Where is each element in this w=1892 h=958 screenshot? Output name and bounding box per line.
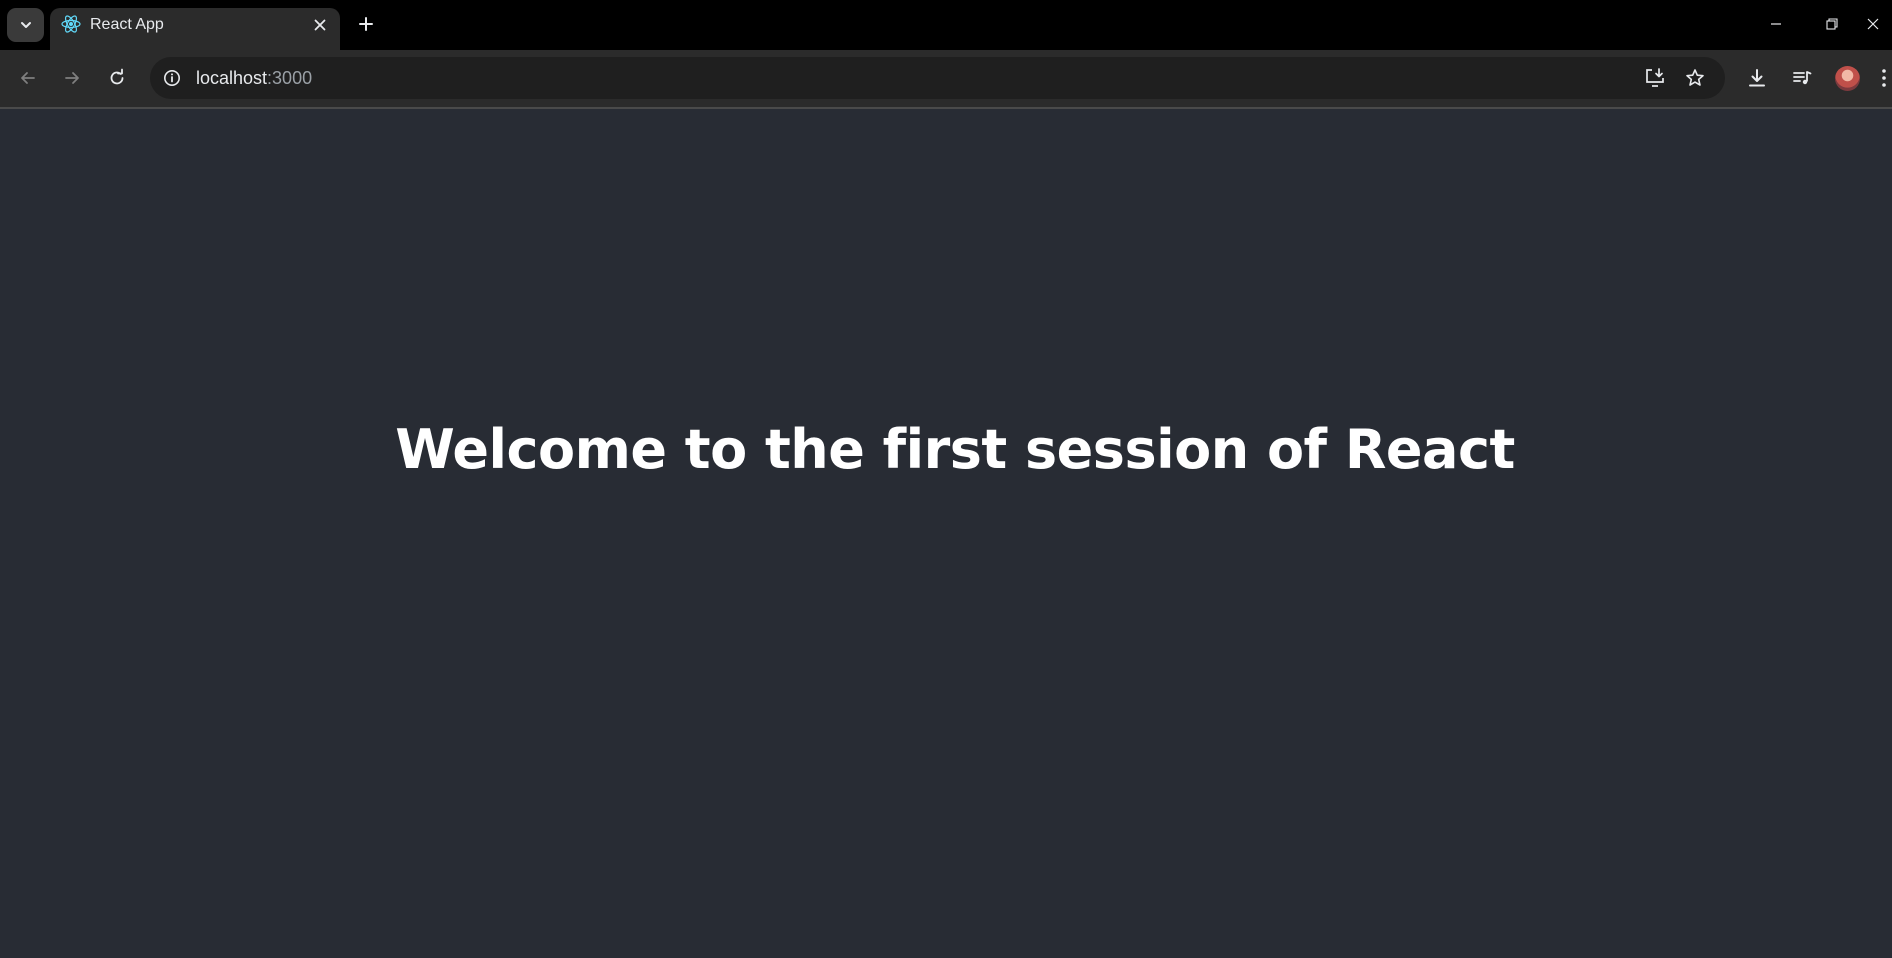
arrow-right-icon (65, 72, 79, 84)
bookmark-button[interactable] (1683, 66, 1707, 90)
plus-icon (359, 17, 373, 31)
avatar[interactable] (1835, 66, 1860, 91)
star-icon (1686, 69, 1704, 86)
tab-search-button[interactable] (7, 8, 44, 42)
restore-button[interactable] (1814, 10, 1850, 38)
close-icon (314, 19, 326, 31)
media-control-button[interactable] (1789, 65, 1815, 91)
address-bar[interactable]: localhost:3000 (150, 57, 1725, 99)
url-port: :3000 (267, 68, 313, 88)
minimize-button[interactable] (1758, 10, 1794, 38)
page-heading: Welcome to the first session of React (395, 418, 1515, 481)
more-vertical-icon (1882, 69, 1886, 87)
install-app-icon (1646, 68, 1664, 87)
new-tab-button[interactable] (354, 12, 378, 36)
close-tab-button[interactable] (309, 14, 331, 36)
tab-strip: React App (0, 0, 1892, 50)
download-icon (1749, 69, 1765, 87)
reload-icon (110, 68, 124, 85)
back-button[interactable] (13, 63, 43, 93)
react-logo-icon (61, 15, 81, 33)
page-viewport (0, 109, 1892, 958)
url-host: localhost (196, 68, 268, 88)
reload-button[interactable] (102, 63, 132, 93)
media-control-icon (1793, 71, 1812, 85)
url-text: localhost:3000 (196, 67, 312, 89)
info-icon (164, 70, 180, 86)
chevron-down-icon (20, 22, 31, 28)
browser-toolbar: localhost:3000 (0, 50, 1892, 109)
arrow-left-icon (21, 72, 35, 84)
forward-button[interactable] (57, 63, 87, 93)
close-icon (1867, 18, 1879, 30)
browser-menu-button[interactable] (1880, 65, 1892, 91)
minimize-icon (1771, 23, 1781, 25)
site-info-button[interactable] (160, 66, 184, 90)
restore-icon (1826, 18, 1838, 30)
install-app-button[interactable] (1643, 66, 1667, 90)
downloads-button[interactable] (1744, 65, 1770, 91)
close-window-button[interactable] (1866, 10, 1892, 38)
tab-title: React App (90, 16, 164, 33)
